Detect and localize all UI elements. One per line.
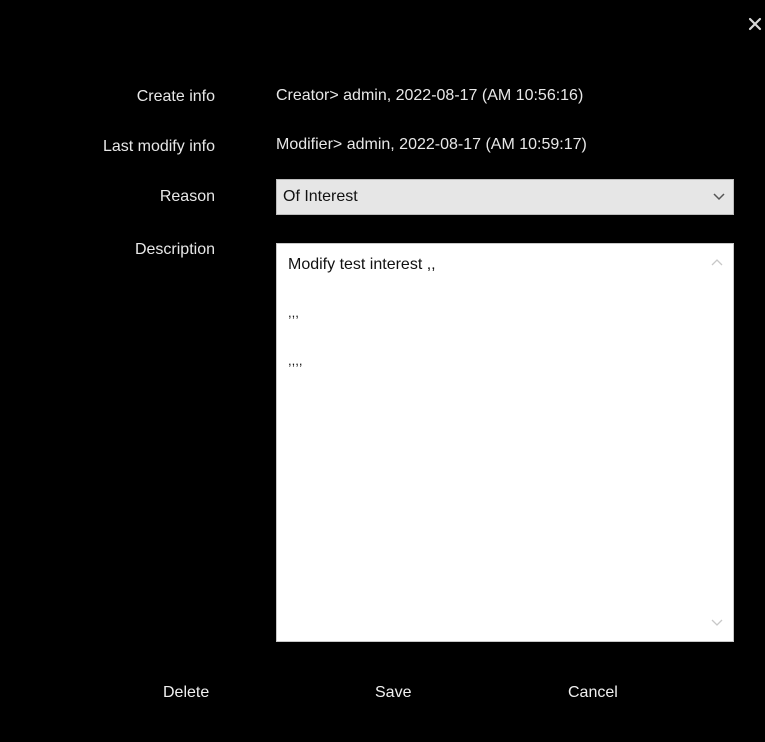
cancel-button[interactable]: Cancel xyxy=(568,684,618,702)
scroll-down-icon[interactable] xyxy=(711,619,723,627)
close-icon xyxy=(748,17,762,31)
chevron-down-icon xyxy=(713,193,725,201)
description-label: Description xyxy=(134,241,215,258)
save-button[interactable]: Save xyxy=(375,684,411,702)
close-button[interactable] xyxy=(747,16,763,32)
last-modify-info-label: Last modify info xyxy=(102,138,215,155)
last-modify-info-value: Modifier> admin, 2022-08-17 (AM 10:59:17… xyxy=(276,136,587,153)
description-textarea[interactable]: Modify test interest ,, ,,, ,,,, xyxy=(276,243,734,642)
description-line: Modify test interest ,, xyxy=(288,256,436,273)
delete-button[interactable]: Delete xyxy=(163,684,209,702)
create-info-label: Create info xyxy=(136,88,215,105)
description-line: ,,,, xyxy=(288,353,303,368)
reason-selected-value: Of Interest xyxy=(283,188,358,205)
scroll-up-icon[interactable] xyxy=(711,258,723,266)
reason-select[interactable]: Of Interest xyxy=(276,179,734,215)
edit-bookmark-dialog: Create info Creator> admin, 2022-08-17 (… xyxy=(0,0,765,742)
reason-label: Reason xyxy=(159,188,215,205)
create-info-value: Creator> admin, 2022-08-17 (AM 10:56:16) xyxy=(276,87,584,104)
description-line: ,,, xyxy=(288,305,299,320)
